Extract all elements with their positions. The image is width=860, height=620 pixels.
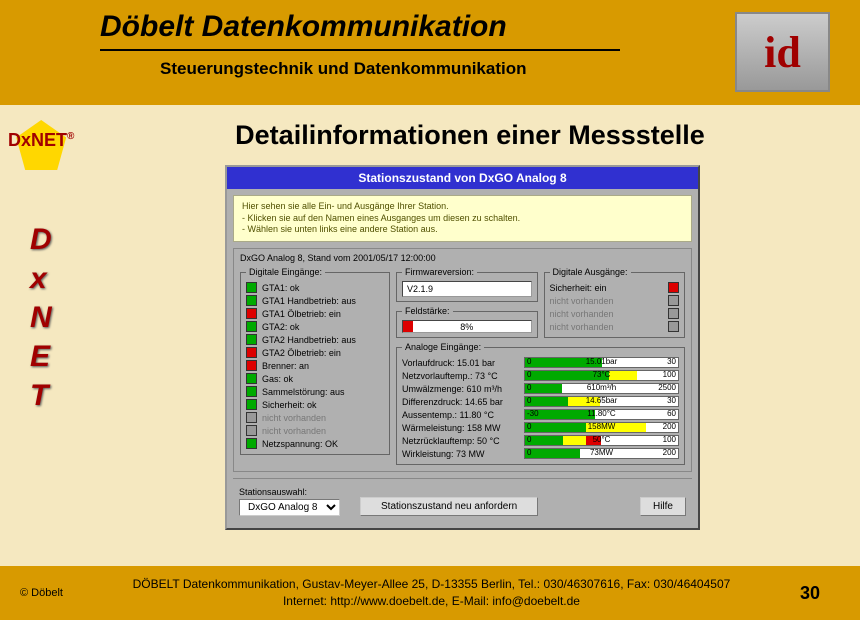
- help-button[interactable]: Hilfe: [640, 497, 686, 516]
- station-select-label: Stationsauswahl:: [239, 487, 340, 497]
- company-title: Döbelt Datenkommunikation: [0, 0, 860, 44]
- firmware-value: V2.1.9: [402, 281, 532, 297]
- refresh-button[interactable]: Stationszustand neu anfordern: [360, 497, 538, 516]
- status-indicator-icon: [246, 438, 257, 449]
- analog-bar: 0 15.01bar 30: [524, 357, 679, 368]
- di-row: GTA2 Handbetrieb: aus: [246, 333, 384, 346]
- analog-bar: -30 11.80°C 60: [524, 409, 679, 420]
- page-number: 30: [800, 583, 820, 604]
- slide-header: Döbelt Datenkommunikation Steuerungstech…: [0, 0, 860, 105]
- slide-footer: © Döbelt DÖBELT Datenkommunikation, Gust…: [0, 566, 860, 620]
- copyright: © Döbelt: [20, 587, 63, 599]
- hint-box: Hier sehen sie alle Ein- und Ausgänge Ih…: [233, 195, 692, 242]
- status-indicator-icon: [246, 347, 257, 358]
- analog-label: Wärmeleistung: 158 MW: [402, 423, 520, 433]
- status-indicator-icon: [668, 308, 679, 319]
- app-window: Stationszustand von DxGO Analog 8 Hier s…: [225, 165, 700, 530]
- do-row: nicht vorhanden: [550, 294, 680, 307]
- status-indicator-icon: [246, 373, 257, 384]
- analog-label: Umwälzmenge: 610 m³/h: [402, 384, 520, 394]
- page-title: Detailinformationen einer Messstelle: [0, 105, 860, 156]
- fieldstrength-group: Feldstärke: 8%: [396, 306, 538, 338]
- di-row: GTA2 Ölbetrieb: ein: [246, 346, 384, 359]
- di-row: nicht vorhanden: [246, 424, 384, 437]
- analog-label: Netzrücklauftemp: 50 °C: [402, 436, 520, 446]
- station-timestamp: DxGO Analog 8, Stand vom 2001/05/17 12:0…: [240, 253, 685, 263]
- analog-label: Netzvorlauftemp.: 73 °C: [402, 371, 520, 381]
- analog-label: Aussentemp.: 11.80 °C: [402, 410, 520, 420]
- di-row: GTA1 Ölbetrieb: ein: [246, 307, 384, 320]
- status-indicator-icon: [246, 360, 257, 371]
- analog-row: Differenzdruck: 14.65 bar 0 14.65bar 30: [402, 395, 679, 408]
- analog-bar: 0 610m³/h 2500: [524, 383, 679, 394]
- di-row: Sammelstörung: aus: [246, 385, 384, 398]
- status-indicator-icon: [668, 295, 679, 306]
- digital-outputs-group: Digitale Ausgänge: Sicherheit: ein nicht…: [544, 267, 686, 338]
- analog-label: Differenzdruck: 14.65 bar: [402, 397, 520, 407]
- di-row: Gas: ok: [246, 372, 384, 385]
- company-subtitle: Steuerungstechnik und Datenkommunikation: [0, 51, 860, 79]
- digital-inputs-group: Digitale Eingänge: GTA1: ok GTA1 Handbet…: [240, 267, 390, 455]
- app-footer: Stationsauswahl: DxGO Analog 8 Stationsz…: [233, 478, 692, 522]
- fieldstrength-bar: 8%: [402, 320, 532, 333]
- status-indicator-icon: [246, 282, 257, 293]
- analog-label: Wirkleistung: 73 MW: [402, 449, 520, 459]
- do-row: nicht vorhanden: [550, 307, 680, 320]
- analog-row: Wirkleistung: 73 MW 0 73MW 200: [402, 447, 679, 460]
- status-indicator-icon: [246, 412, 257, 423]
- footer-contact: DÖBELT Datenkommunikation, Gustav-Meyer-…: [63, 576, 800, 610]
- analog-inputs-group: Analoge Eingänge: Vorlaufdruck: 15.01 ba…: [396, 342, 685, 465]
- analog-bar: 0 73MW 200: [524, 448, 679, 459]
- analog-row: Aussentemp.: 11.80 °C -30 11.80°C 60: [402, 408, 679, 421]
- di-row: GTA1 Handbetrieb: aus: [246, 294, 384, 307]
- di-row: GTA2: ok: [246, 320, 384, 333]
- di-row: GTA1: ok: [246, 281, 384, 294]
- do-row[interactable]: Sicherheit: ein: [550, 281, 680, 294]
- di-row: Netzspannung: OK: [246, 437, 384, 450]
- analog-row: Netzvorlauftemp.: 73 °C 0 73°C 100: [402, 369, 679, 382]
- status-indicator-icon: [246, 295, 257, 306]
- station-select[interactable]: DxGO Analog 8: [239, 499, 340, 516]
- analog-row: Netzrücklauftemp: 50 °C 0 50°C 100: [402, 434, 679, 447]
- status-indicator-icon: [246, 321, 257, 332]
- status-indicator-icon: [668, 282, 679, 293]
- analog-bar: 0 14.65bar 30: [524, 396, 679, 407]
- firmware-group: Firmwareversion: V2.1.9: [396, 267, 538, 302]
- status-indicator-icon: [246, 308, 257, 319]
- analog-row: Umwälzmenge: 610 m³/h 0 610m³/h 2500: [402, 382, 679, 395]
- dxnet-vertical: DxNET: [30, 220, 52, 415]
- analog-label: Vorlaufdruck: 15.01 bar: [402, 358, 520, 368]
- analog-bar: 0 50°C 100: [524, 435, 679, 446]
- status-indicator-icon: [246, 386, 257, 397]
- analog-bar: 0 158MW 200: [524, 422, 679, 433]
- app-titlebar: Stationszustand von DxGO Analog 8: [227, 167, 698, 189]
- di-row: nicht vorhanden: [246, 411, 384, 424]
- analog-bar: 0 73°C 100: [524, 370, 679, 381]
- dxnet-badge: DxNET®: [8, 120, 74, 151]
- analog-row: Wärmeleistung: 158 MW 0 158MW 200: [402, 421, 679, 434]
- status-indicator-icon: [246, 334, 257, 345]
- status-indicator-icon: [668, 321, 679, 332]
- status-indicator-icon: [246, 399, 257, 410]
- do-row: nicht vorhanden: [550, 320, 680, 333]
- logo-icon: id: [735, 12, 830, 92]
- di-row: Brenner: an: [246, 359, 384, 372]
- di-row: Sicherheit: ok: [246, 398, 384, 411]
- analog-row: Vorlaufdruck: 15.01 bar 0 15.01bar 30: [402, 356, 679, 369]
- status-indicator-icon: [246, 425, 257, 436]
